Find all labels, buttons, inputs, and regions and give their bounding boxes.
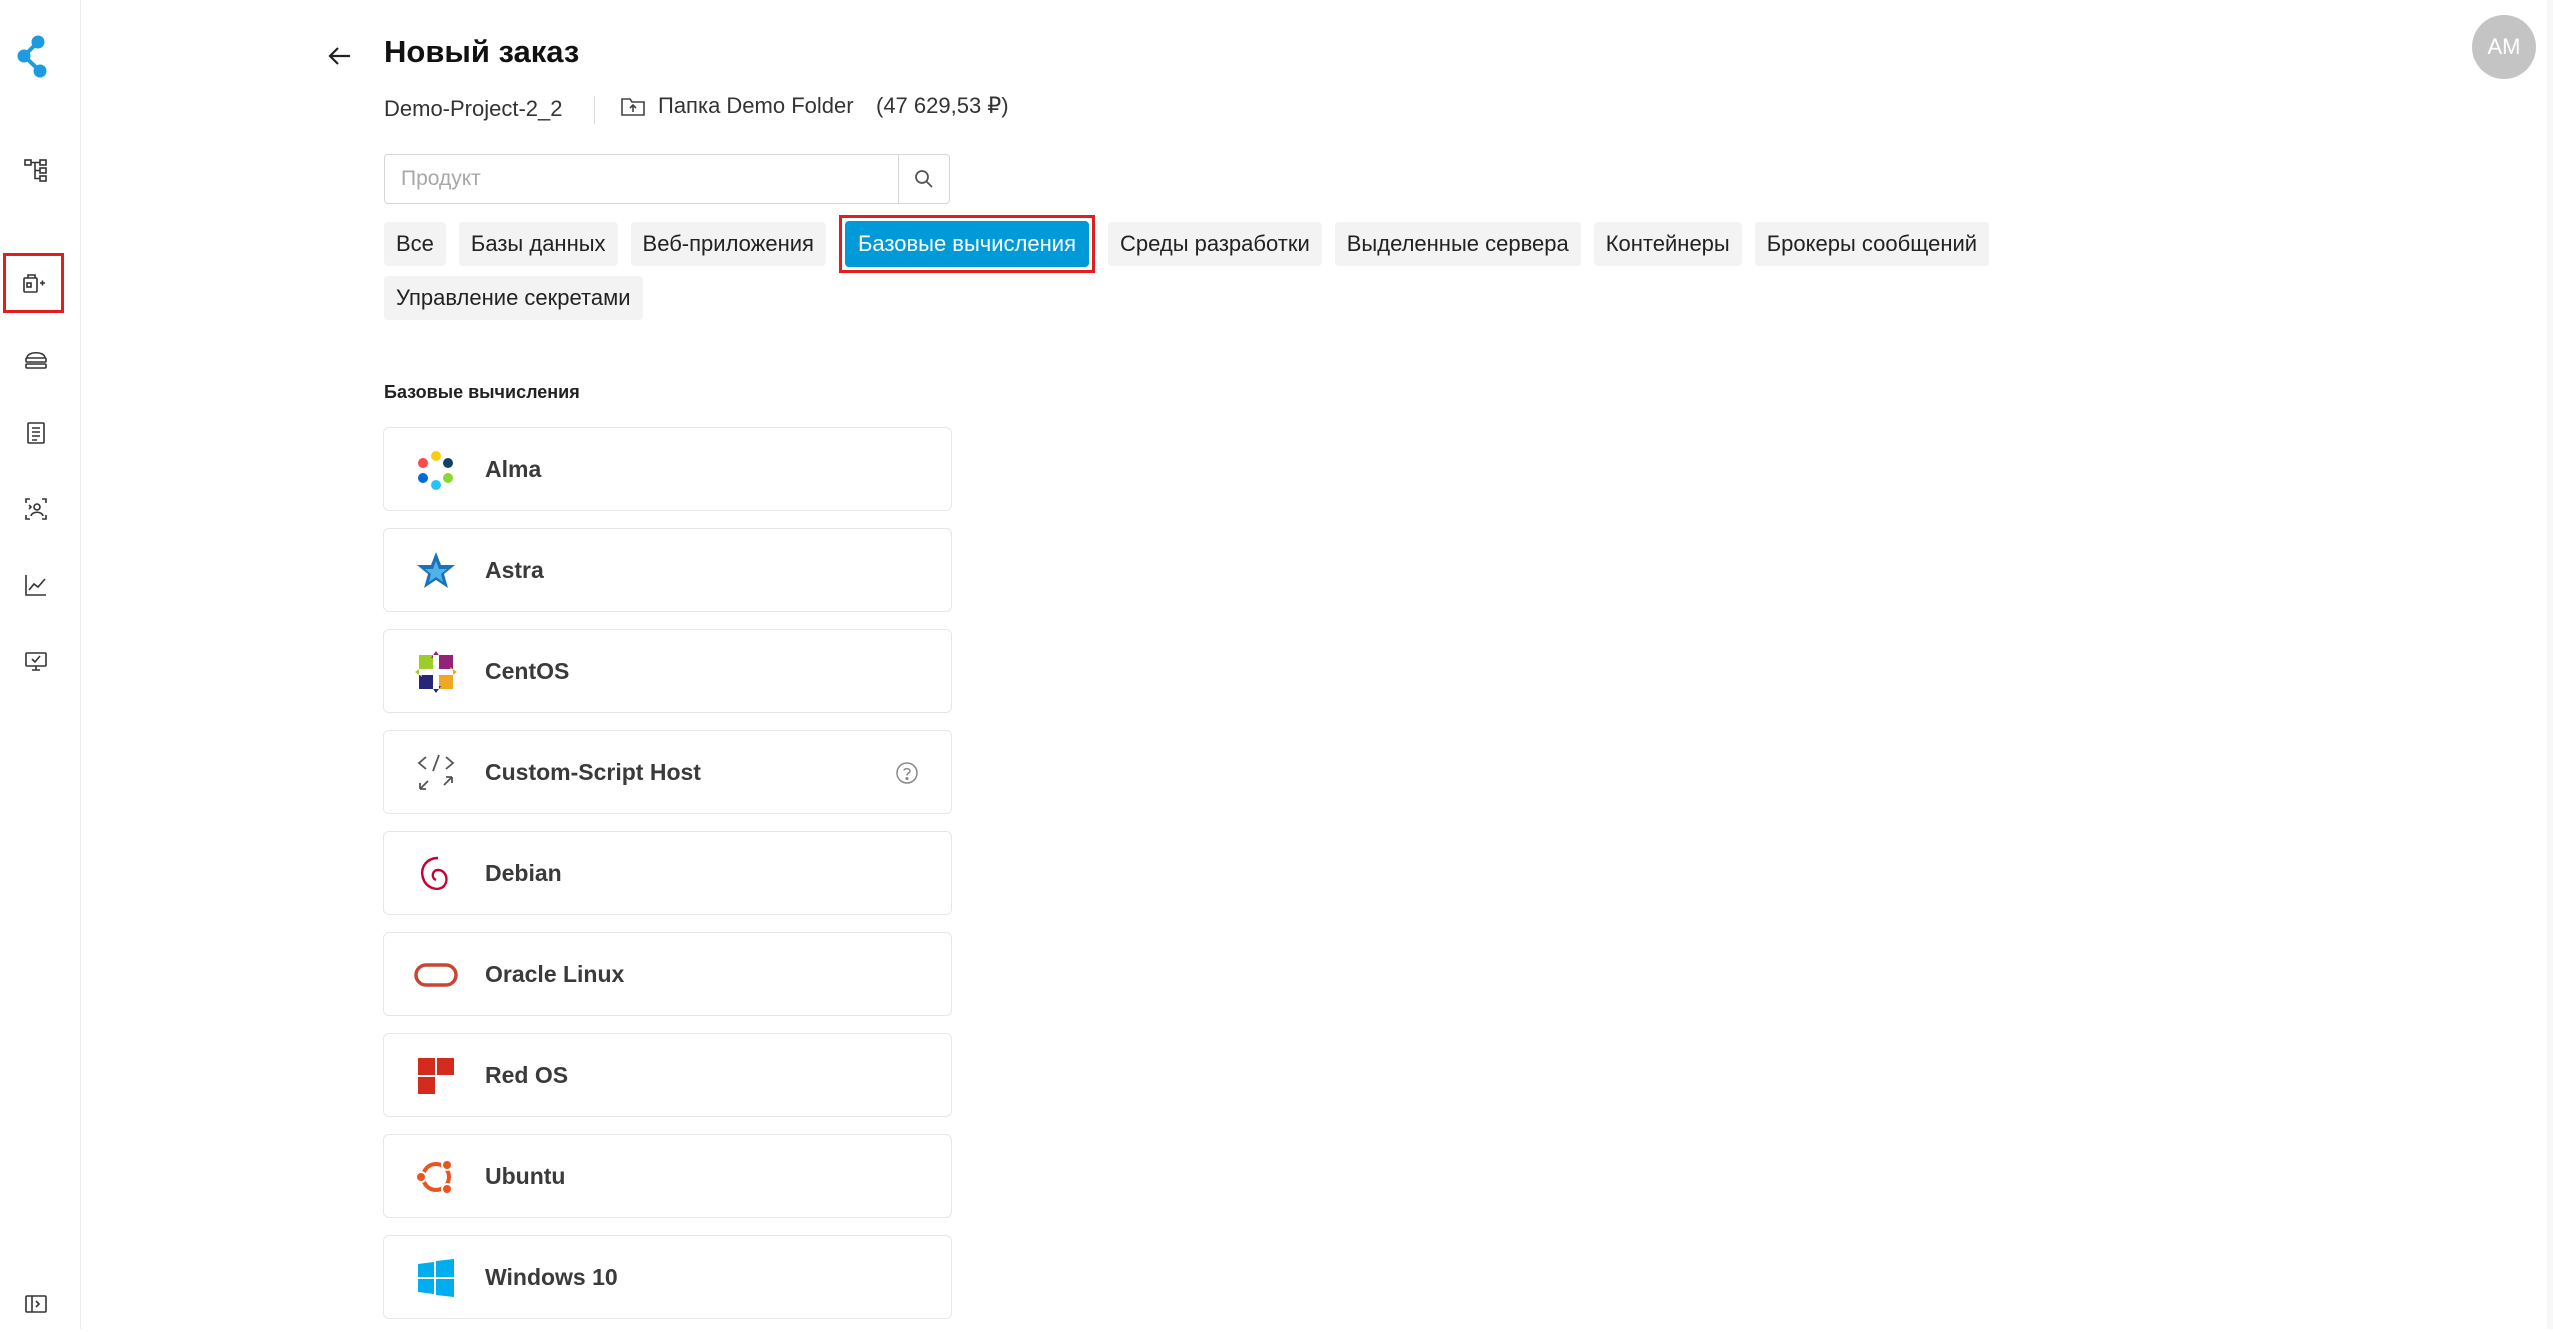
product-card-alma[interactable]: Alma [383,427,952,511]
product-card-custom-script-host[interactable]: Custom-Script Host [383,730,952,814]
tab-secrets-management[interactable]: Управление секретами [384,276,643,320]
tab-row-1: Все Базы данных Веб-приложения Базовые в… [384,215,1990,273]
avatar[interactable]: AM [2472,15,2536,79]
search-button[interactable] [898,155,949,203]
product-card-oracle-linux[interactable]: Oracle Linux [383,932,952,1016]
user-access-icon [25,498,47,520]
product-card-astra[interactable]: Astra [383,528,952,612]
tab-message-brokers[interactable]: Брокеры сообщений [1754,222,1990,266]
product-card-red-os[interactable]: Red OS [383,1033,952,1117]
arrow-left-icon [328,47,350,65]
order-icon [22,274,45,293]
debian-logo-icon [421,856,448,890]
search-input[interactable] [385,155,898,203]
tab-dev-envs[interactable]: Среды разработки [1107,222,1322,266]
product-name: Windows 10 [485,1263,618,1290]
windows-logo-icon [418,1259,454,1297]
ubuntu-logo-icon [415,1159,453,1195]
checklist-icon [27,422,45,444]
alma-logo-icon [418,451,453,490]
oracle-logo-icon [414,963,458,987]
astra-logo-icon [417,552,455,588]
product-name: Debian [485,859,562,886]
search-icon [915,170,933,188]
sidebar-item-user-access[interactable] [8,481,64,537]
product-name: CentOS [485,657,570,684]
sidebar-item-order[interactable] [3,253,64,313]
tab-databases[interactable]: Базы данных [458,222,618,266]
page-scrollbar[interactable] [2547,0,2553,1329]
structure-icon [24,159,47,182]
code-icon [417,754,455,790]
folder-sum: (47 629,53 ₽) [876,93,1009,118]
product-name: Alma [485,455,542,482]
help-icon[interactable] [895,761,919,785]
sidebar-item-storage[interactable] [8,330,64,386]
tab-all[interactable]: Все [384,222,446,266]
product-card-ubuntu[interactable]: Ubuntu [383,1134,952,1218]
centos-logo-icon [415,651,457,693]
sidebar-item-monitor[interactable] [8,633,64,689]
product-name: Custom-Script Host [485,758,701,785]
tab-basic-compute-label: Базовые вычисления [844,221,1089,267]
search-box [384,154,950,204]
product-name: Ubuntu [485,1162,566,1189]
project-name: Demo-Project-2_2 [384,96,563,121]
section-title: Базовые вычисления [384,382,580,402]
analytics-icon [25,575,46,596]
product-name: Oracle Linux [485,960,625,987]
product-card-debian[interactable]: Debian [383,831,952,915]
folder-icon [620,94,646,118]
tab-dedicated-servers[interactable]: Выделенные сервера [1334,222,1581,266]
tab-web-apps[interactable]: Веб-приложения [630,222,826,266]
tab-basic-compute[interactable]: Базовые вычисления [838,215,1095,273]
tab-row-2: Управление секретами [384,276,643,320]
product-card-centos[interactable]: CentOS [383,629,952,713]
tab-containers[interactable]: Контейнеры [1593,222,1742,266]
redos-logo-icon [418,1058,454,1094]
storage-icon [25,351,47,369]
folder-label[interactable]: Папка Demo Folder [658,93,854,119]
app-logo-icon[interactable] [16,34,56,80]
product-card-windows-10[interactable]: Windows 10 [383,1235,952,1319]
product-name: Red OS [485,1061,569,1088]
header-divider [594,96,595,124]
tab-highlight-frame: Базовые вычисления [838,215,1095,273]
page-title: Новый заказ [384,34,580,69]
sidebar-item-checklist[interactable] [8,405,64,461]
product-name: Astra [485,556,544,583]
sidebar [0,0,81,1329]
sidebar-item-structure[interactable] [8,142,64,198]
back-button[interactable] [322,38,358,74]
sidebar-expand-button[interactable] [8,1276,64,1332]
expand-sidebar-icon [25,1295,47,1313]
monitor-icon [25,652,47,671]
sidebar-item-analytics[interactable] [8,557,64,613]
